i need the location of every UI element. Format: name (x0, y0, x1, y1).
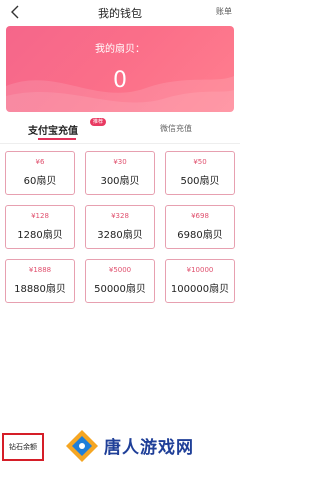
recharge-tabs: 支付宝充值 推荐 微信充值 (0, 118, 240, 142)
balance-label: 我的扇贝： (95, 44, 145, 55)
diamond-balance-label: 钻石余额 (2, 433, 44, 461)
recharge-option-card[interactable]: ¥128 1280扇贝 (5, 205, 75, 249)
bill-link[interactable]: 账单 (216, 6, 232, 17)
option-price: ¥30 (113, 158, 127, 166)
option-amount: 1280扇贝 (17, 230, 63, 241)
recharge-option-card[interactable]: ¥698 6980扇贝 (165, 205, 235, 249)
active-tab-indicator (38, 138, 76, 140)
option-price: ¥10000 (186, 266, 214, 274)
balance-banner: 我的扇贝： 0 (6, 26, 234, 112)
option-price: ¥50 (193, 158, 207, 166)
option-price: ¥1888 (28, 266, 52, 274)
option-amount: 300扇贝 (100, 176, 140, 187)
recharge-option-card[interactable]: ¥50 500扇贝 (165, 151, 235, 195)
option-price: ¥6 (35, 158, 45, 166)
watermark-text: 唐人游戏网 (104, 438, 194, 458)
tab-alipay[interactable]: 支付宝充值 (28, 122, 78, 137)
option-price: ¥5000 (108, 266, 132, 274)
option-price: ¥128 (31, 212, 49, 220)
option-price: ¥698 (191, 212, 209, 220)
option-amount: 3280扇贝 (97, 230, 143, 241)
option-amount: 18880扇贝 (14, 284, 66, 295)
recharge-option-card[interactable]: ¥5000 50000扇贝 (85, 259, 155, 303)
balance-value: 0 (113, 68, 127, 93)
recharge-option-card[interactable]: ¥1888 18880扇贝 (5, 259, 75, 303)
recharge-option-card[interactable]: ¥10000 100000扇贝 (165, 259, 235, 303)
option-amount: 500扇贝 (180, 176, 220, 187)
option-amount: 50000扇贝 (94, 284, 146, 295)
option-price: ¥328 (111, 212, 129, 220)
tab-wechat[interactable]: 微信充值 (160, 123, 192, 134)
recharge-option-card[interactable]: ¥30 300扇贝 (85, 151, 155, 195)
recharge-option-card[interactable]: ¥6 60扇贝 (5, 151, 75, 195)
header-bar: 我的钱包 账单 (0, 0, 240, 26)
option-amount: 60扇贝 (23, 176, 57, 187)
page-title: 我的钱包 (98, 7, 142, 20)
recommend-badge: 推荐 (90, 118, 107, 126)
tab-divider (0, 143, 240, 144)
option-amount: 100000扇贝 (170, 284, 230, 295)
recharge-option-card[interactable]: ¥328 3280扇贝 (85, 205, 155, 249)
option-amount: 6980扇贝 (177, 230, 223, 241)
watermark-logo-icon (66, 430, 98, 462)
